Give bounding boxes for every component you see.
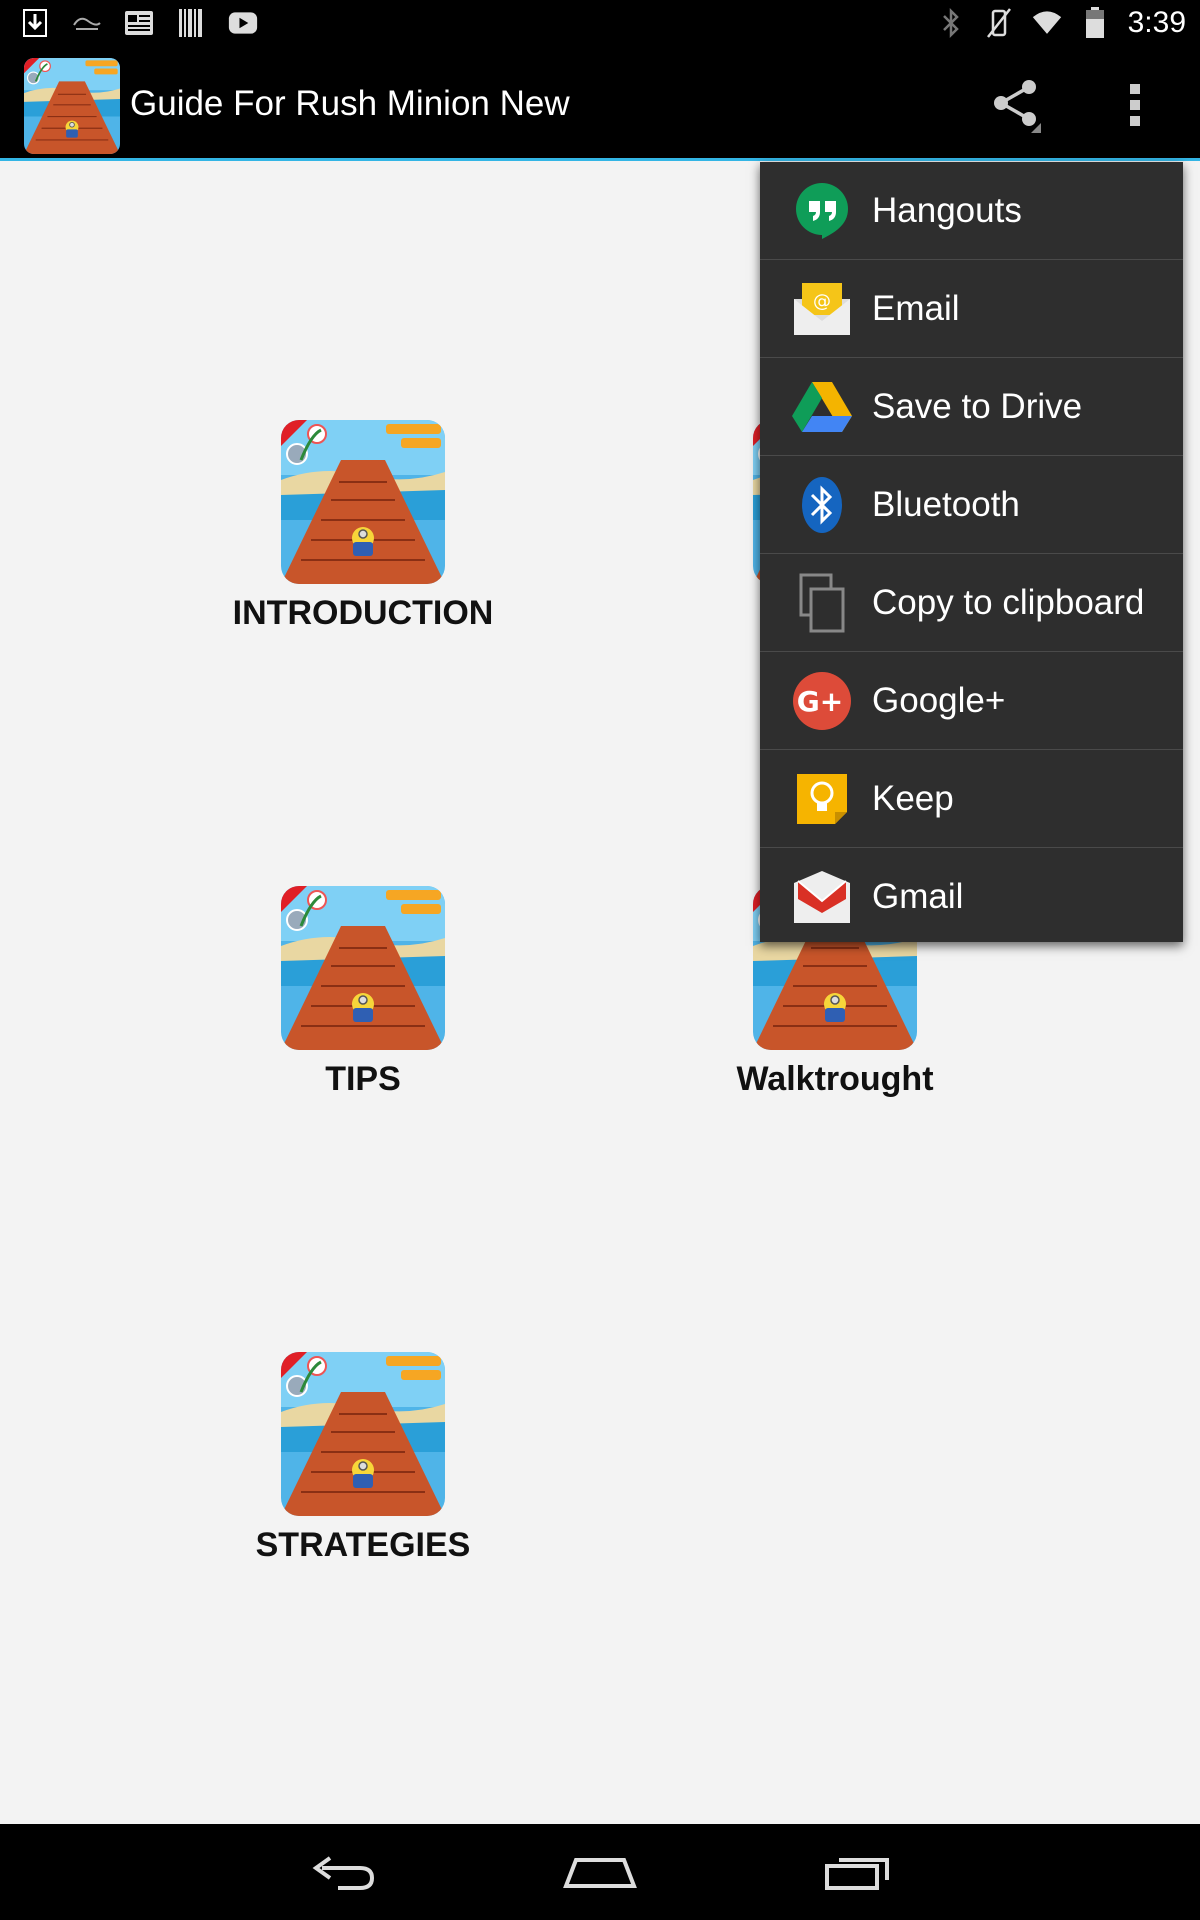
bluetooth-icon xyxy=(792,475,852,535)
tile-image xyxy=(281,886,445,1050)
status-bar: 3:39 xyxy=(0,0,1200,50)
game-notification-icon xyxy=(72,8,102,38)
download-icon xyxy=(20,8,50,38)
tile-label: Walktrought xyxy=(736,1060,934,1098)
vibrate-icon xyxy=(984,8,1014,38)
googleplus-icon: G+ xyxy=(792,671,852,731)
menu-item-label: Gmail xyxy=(872,876,964,916)
share-item-bluetooth[interactable]: Bluetooth xyxy=(760,456,1183,554)
bluetooth-icon xyxy=(936,7,966,39)
gmail-icon xyxy=(792,867,852,927)
share-icon xyxy=(994,80,1041,133)
menu-item-label: Keep xyxy=(872,778,954,818)
more-vert-icon xyxy=(1130,84,1140,126)
share-item-gmail[interactable]: Gmail xyxy=(760,848,1183,945)
share-item-drive[interactable]: Save to Drive xyxy=(760,358,1183,456)
menu-item-label: Save to Drive xyxy=(872,386,1083,426)
battery-icon xyxy=(1080,7,1110,38)
home-button[interactable] xyxy=(550,1842,650,1902)
navigation-bar xyxy=(0,1824,1200,1920)
back-button[interactable] xyxy=(293,1842,393,1902)
hangouts-icon xyxy=(792,181,852,241)
recents-icon xyxy=(825,1858,889,1890)
action-bar-divider xyxy=(0,158,1200,161)
share-item-email[interactable]: @ Email xyxy=(760,260,1183,358)
clipboard-icon xyxy=(792,573,852,633)
menu-item-label: Copy to clipboard xyxy=(872,582,1145,622)
menu-item-label: Bluetooth xyxy=(872,484,1020,524)
tile-strategies[interactable]: STRATEGIES xyxy=(183,1352,543,1565)
svg-text:@: @ xyxy=(813,291,831,312)
back-icon xyxy=(312,1856,375,1890)
share-menu: Hangouts @ Email Save to Drive Bluetooth… xyxy=(760,162,1183,942)
barcode-icon xyxy=(176,8,206,38)
app-title: Guide For Rush Minion New xyxy=(130,84,570,123)
home-icon xyxy=(563,1858,637,1888)
email-icon: @ xyxy=(792,279,852,339)
news-icon xyxy=(124,8,154,38)
app-icon[interactable] xyxy=(24,58,120,154)
share-item-clipboard[interactable]: Copy to clipboard xyxy=(760,554,1183,652)
drive-icon xyxy=(792,377,852,437)
tile-image xyxy=(281,1352,445,1516)
wifi-icon xyxy=(1032,8,1062,38)
overflow-menu-button[interactable] xyxy=(1115,70,1155,140)
share-item-hangouts[interactable]: Hangouts xyxy=(760,162,1183,260)
recents-button[interactable] xyxy=(808,1842,908,1902)
action-bar: Guide For Rush Minion New xyxy=(0,50,1200,158)
share-button[interactable] xyxy=(980,70,1050,140)
youtube-icon xyxy=(228,8,258,38)
tile-label: INTRODUCTION xyxy=(232,594,494,632)
menu-item-label: Google+ xyxy=(872,680,1006,720)
tile-label: STRATEGIES xyxy=(255,1526,471,1564)
status-time: 3:39 xyxy=(1127,6,1186,39)
tile-introduction[interactable]: INTRODUCTION xyxy=(183,420,543,633)
share-item-googleplus[interactable]: G+ Google+ xyxy=(760,652,1183,750)
menu-item-label: Hangouts xyxy=(872,190,1022,230)
tile-tips[interactable]: TIPS xyxy=(183,886,543,1099)
menu-item-label: Email xyxy=(872,288,960,328)
svg-text:G+: G+ xyxy=(797,685,843,718)
tile-label: TIPS xyxy=(325,1060,401,1098)
tile-image xyxy=(281,420,445,584)
share-item-keep[interactable]: Keep xyxy=(760,750,1183,848)
keep-icon xyxy=(792,769,852,829)
